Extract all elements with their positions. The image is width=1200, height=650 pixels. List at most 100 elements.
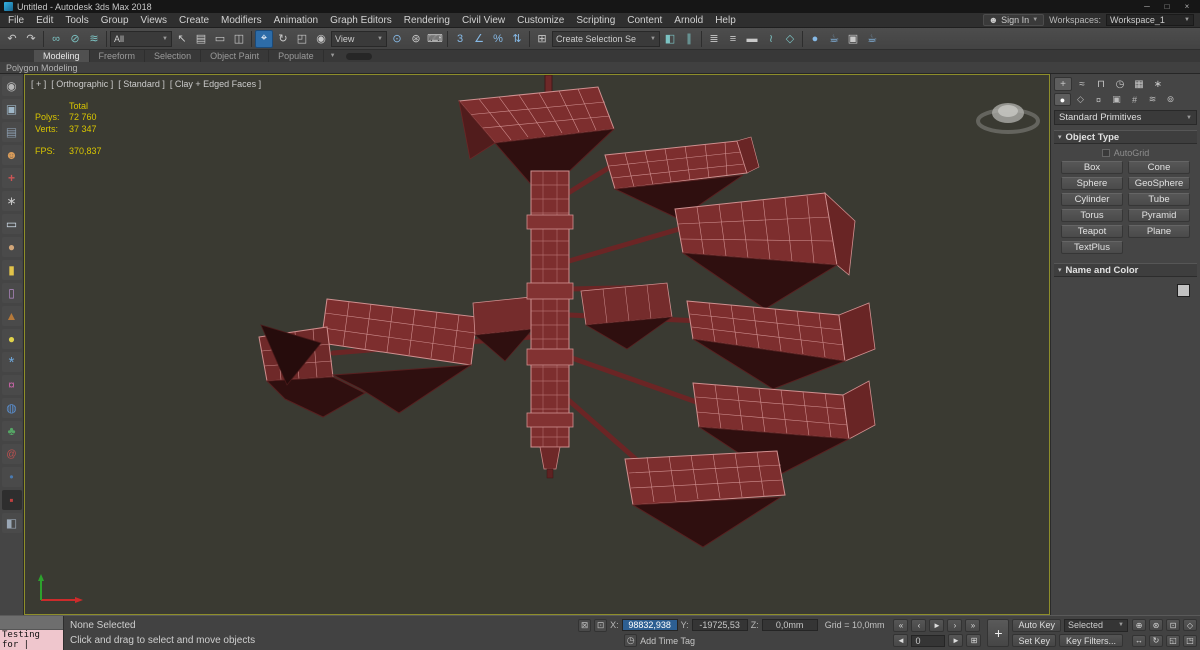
keyboard-override-icon[interactable]: ⌨ xyxy=(426,30,444,48)
next-frame-button[interactable]: › xyxy=(947,618,963,632)
viewport-shading-label[interactable]: [ Clay + Edged Faces ] xyxy=(170,79,261,89)
pan-icon[interactable]: ↔ xyxy=(1132,634,1146,647)
cube-icon[interactable]: ◧ xyxy=(1,513,22,533)
schematic-view-icon[interactable]: ◇ xyxy=(781,30,799,48)
fov-icon[interactable]: ◇ xyxy=(1183,619,1197,632)
viewport-pov-label[interactable]: [ Orthographic ] xyxy=(51,79,113,89)
ribbon-tab-object-paint[interactable]: Object Paint xyxy=(201,50,270,62)
menu-file[interactable]: File xyxy=(2,13,30,27)
display-tab-icon[interactable]: ▦ xyxy=(1130,77,1148,91)
workspace-dropdown[interactable]: Workspace_1 ▼ xyxy=(1106,14,1194,26)
select-link-icon[interactable]: ∞ xyxy=(47,30,65,48)
mirror-icon[interactable]: ◧ xyxy=(661,30,679,48)
cylinder-primitive-icon[interactable]: ▮ xyxy=(1,260,22,280)
layer-explorer-icon[interactable]: ≡ xyxy=(724,30,742,48)
menu-create[interactable]: Create xyxy=(173,13,215,27)
plane-button[interactable]: Plane xyxy=(1128,225,1190,238)
angle-snap-icon[interactable]: ∠ xyxy=(470,30,488,48)
viewcube[interactable] xyxy=(973,89,1043,141)
play-button[interactable]: ► xyxy=(929,618,945,632)
render-button[interactable]: ☕ xyxy=(863,30,881,48)
cone-primitive-icon[interactable]: ▲ xyxy=(1,306,22,326)
ref-coord-dropdown[interactable]: View ▼ xyxy=(331,30,387,47)
ribbon-tab-populate[interactable]: Populate xyxy=(269,50,324,62)
primitive-category-dropdown[interactable]: Standard Primitives ▼ xyxy=(1054,110,1197,125)
orbit-icon[interactable]: ↻ xyxy=(1149,634,1163,647)
globe-icon[interactable]: ◍ xyxy=(1,398,22,418)
window-crossing-icon[interactable]: ◫ xyxy=(230,30,248,48)
ball-icon[interactable]: ● xyxy=(1,329,22,349)
select-object-icon[interactable]: ↖ xyxy=(173,30,191,48)
select-scale-icon[interactable]: ◰ xyxy=(293,30,311,48)
pyramid-button[interactable]: Pyramid xyxy=(1128,209,1190,222)
snowflake-icon[interactable]: * xyxy=(1,352,22,372)
menu-customize[interactable]: Customize xyxy=(511,13,570,27)
flower-icon[interactable]: ¤ xyxy=(1,375,22,395)
bind-spacewarp-icon[interactable]: ≋ xyxy=(85,30,103,48)
listener-field[interactable]: Testing for | xyxy=(0,630,63,650)
maximize-viewport-icon[interactable]: ◱ xyxy=(1166,634,1180,647)
previous-frame-button[interactable]: ‹ xyxy=(911,618,927,632)
modify-tab-icon[interactable]: ≈ xyxy=(1073,77,1091,91)
unlink-icon[interactable]: ⊘ xyxy=(66,30,84,48)
menu-content[interactable]: Content xyxy=(621,13,668,27)
populate-person-icon[interactable]: ☻ xyxy=(1,145,22,165)
current-frame-field[interactable]: 0 xyxy=(911,634,946,647)
go-to-start-button[interactable]: « xyxy=(893,618,909,632)
select-by-name-icon[interactable]: ▤ xyxy=(192,30,210,48)
select-rotate-icon[interactable]: ↻ xyxy=(274,30,292,48)
rect-region-icon[interactable]: ▭ xyxy=(211,30,229,48)
set-key-button[interactable]: Set Key xyxy=(1012,634,1056,648)
sphere-primitive-icon[interactable]: ● xyxy=(1,237,22,257)
helpers-category-icon[interactable]: # xyxy=(1126,93,1143,106)
maximize-button[interactable]: □ xyxy=(1158,1,1176,12)
snap-toggle-icon[interactable]: 3 xyxy=(451,30,469,48)
scene-explorer-icon[interactable]: ≣ xyxy=(705,30,723,48)
tube-button[interactable]: Tube xyxy=(1128,193,1190,206)
y-coordinate-field[interactable]: -19725,53 xyxy=(691,619,748,632)
render-setup-icon[interactable]: ☕ xyxy=(825,30,843,48)
undo-button[interactable]: ↶ xyxy=(3,30,21,48)
cylinder-button[interactable]: Cylinder xyxy=(1061,193,1123,206)
viewport-style-label[interactable]: [ Standard ] xyxy=(118,79,165,89)
autogrid-checkbox[interactable] xyxy=(1101,148,1110,157)
zoom-all-icon[interactable]: ⊛ xyxy=(1149,619,1163,632)
spiral-icon[interactable]: @ xyxy=(1,444,22,464)
object-type-rollout[interactable]: ▾ Object Type xyxy=(1054,130,1197,144)
named-selection-dropdown[interactable]: Create Selection Se ▼ xyxy=(552,30,660,47)
minimize-button[interactable]: ─ xyxy=(1138,1,1156,12)
polygon-modeling-panel[interactable]: Polygon Modeling xyxy=(6,63,78,73)
burst-icon[interactable]: ∗ xyxy=(1,191,22,211)
viewport[interactable]: [ + ] [ Orthographic ] [ Standard ] [ Cl… xyxy=(24,74,1050,615)
named-selections-icon[interactable]: ⊞ xyxy=(533,30,551,48)
lights-category-icon[interactable]: ¤ xyxy=(1090,93,1107,106)
foliage-icon[interactable]: ♣ xyxy=(1,421,22,441)
set-keys-button[interactable]: + xyxy=(987,619,1010,647)
percent-snap-icon[interactable]: % xyxy=(489,30,507,48)
name-color-rollout[interactable]: ▾ Name and Color xyxy=(1054,263,1197,277)
go-to-end-button[interactable]: » xyxy=(965,618,981,632)
hierarchy-tab-icon[interactable]: ⊓ xyxy=(1092,77,1110,91)
spin-right-icon[interactable]: ► xyxy=(948,634,964,648)
ribbon-chevron-icon[interactable]: ▼ xyxy=(324,50,342,62)
add-time-tag[interactable]: Add Time Tag xyxy=(640,636,695,646)
sign-in-button[interactable]: ☻ Sign In ▼ xyxy=(982,14,1045,26)
macro-recorder-field[interactable] xyxy=(0,616,63,630)
menu-tools[interactable]: Tools xyxy=(59,13,94,27)
chip-icon[interactable]: ▪ xyxy=(1,490,22,510)
cameras-category-icon[interactable]: ▣ xyxy=(1108,93,1125,106)
z-coordinate-field[interactable]: 0,0mm xyxy=(761,619,818,632)
spacewarps-category-icon[interactable]: ≋ xyxy=(1144,93,1161,106)
select-manipulate-icon[interactable]: ⊛ xyxy=(407,30,425,48)
ribbon-tab-modeling[interactable]: Modeling xyxy=(34,50,90,62)
capsule-primitive-icon[interactable]: ▯ xyxy=(1,283,22,303)
textplus-button[interactable]: TextPlus xyxy=(1061,241,1123,254)
menu-arnold[interactable]: Arnold xyxy=(668,13,709,27)
shapes-category-icon[interactable]: ◇ xyxy=(1072,93,1089,106)
ribbon-toggle-icon[interactable]: ▬ xyxy=(743,30,761,48)
key-mode-dropdown[interactable]: Selected ▼ xyxy=(1064,618,1128,632)
select-place-icon[interactable]: ◉ xyxy=(312,30,330,48)
zoom-extents-icon[interactable]: ⊡ xyxy=(1166,619,1180,632)
viewport-menu-button[interactable]: [ + ] xyxy=(31,79,46,89)
utilities-tab-icon[interactable]: ∗ xyxy=(1149,77,1167,91)
